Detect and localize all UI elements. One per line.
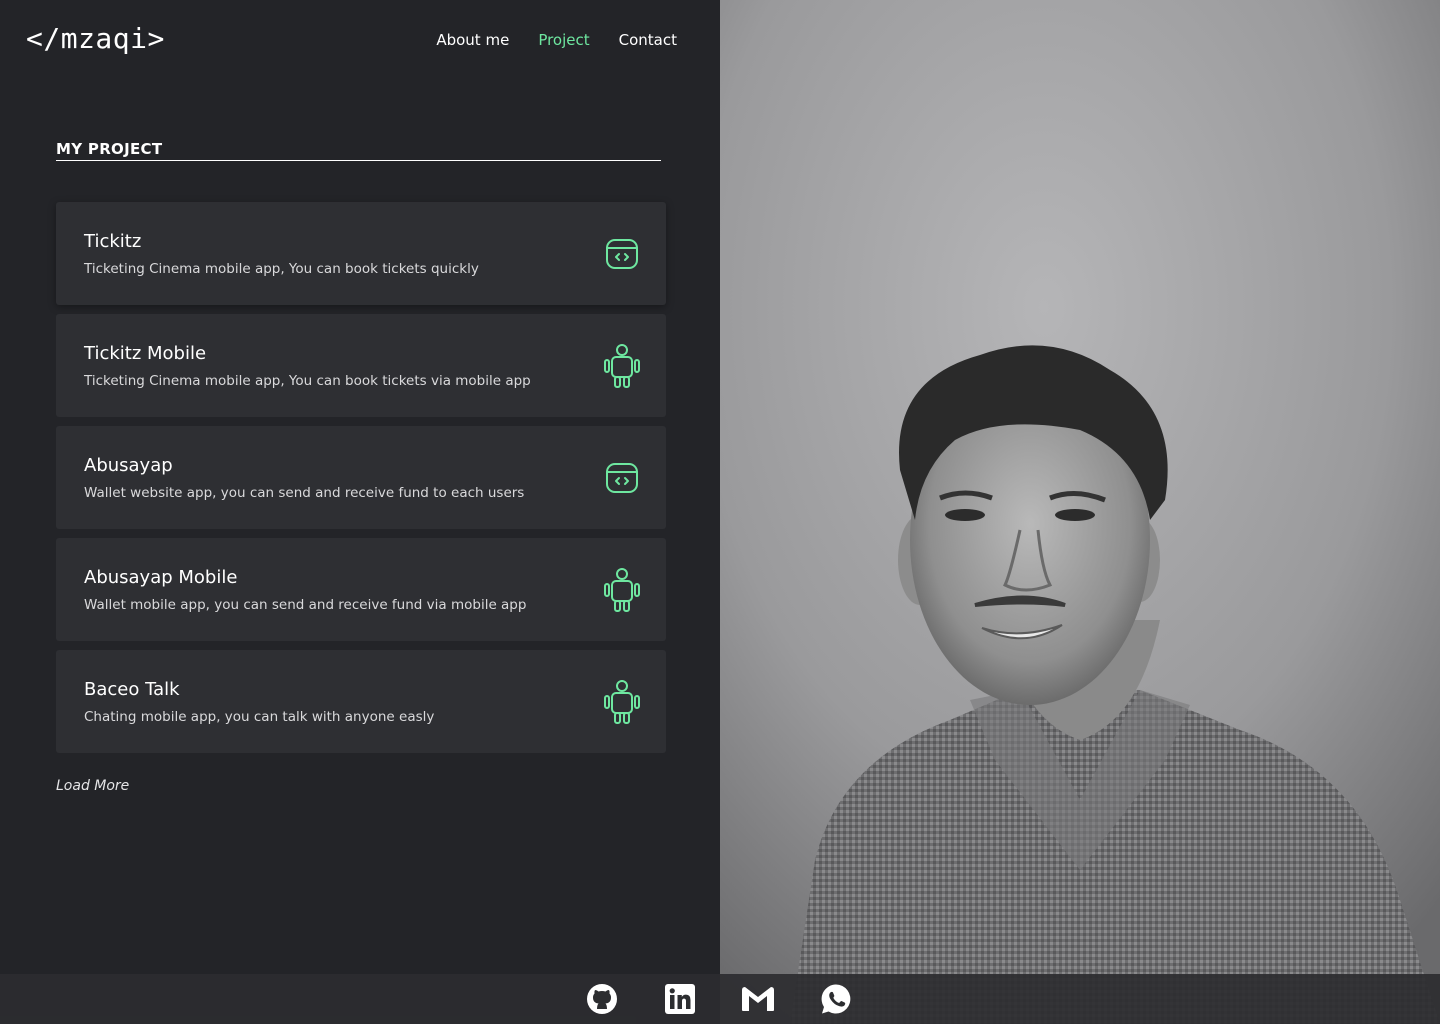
left-panel: </mzaqi> About me Project Contact MY PRO… <box>0 0 720 1024</box>
android-icon <box>602 567 642 613</box>
project-card-baceo-talk[interactable]: Baceo Talk Chating mobile app, you can t… <box>56 650 666 753</box>
project-description: Ticketing Cinema mobile app, You can boo… <box>84 373 531 389</box>
project-description: Wallet website app, you can send and rec… <box>84 485 525 501</box>
project-list: Tickitz Ticketing Cinema mobile app, You… <box>56 202 666 762</box>
whatsapp-icon[interactable] <box>819 982 853 1016</box>
footer-bar <box>0 974 1440 1024</box>
project-name: Abusayap Mobile <box>84 567 238 588</box>
nav-about-me[interactable]: About me <box>436 31 509 49</box>
project-name: Baceo Talk <box>84 679 180 700</box>
github-icon[interactable] <box>585 982 619 1016</box>
project-card-tickitz[interactable]: Tickitz Ticketing Cinema mobile app, You… <box>56 202 666 305</box>
project-name: Abusayap <box>84 455 173 476</box>
section-title: MY PROJECT <box>56 140 661 161</box>
project-card-tickitz-mobile[interactable]: Tickitz Mobile Ticketing Cinema mobile a… <box>56 314 666 417</box>
linkedin-icon[interactable] <box>663 982 697 1016</box>
project-description: Chating mobile app, you can talk with an… <box>84 709 435 725</box>
load-more-link[interactable]: Load More <box>56 778 129 794</box>
nav-project[interactable]: Project <box>538 31 589 49</box>
android-icon <box>602 679 642 725</box>
project-description: Wallet mobile app, you can send and rece… <box>84 597 527 613</box>
nav-contact[interactable]: Contact <box>619 31 677 49</box>
project-name: Tickitz <box>84 231 142 252</box>
gmail-icon[interactable] <box>741 982 775 1016</box>
project-description: Ticketing Cinema mobile app, You can boo… <box>84 261 479 277</box>
portrait-image <box>720 0 1440 1024</box>
web-code-icon <box>602 455 642 501</box>
project-card-abusayap-mobile[interactable]: Abusayap Mobile Wallet mobile app, you c… <box>56 538 666 641</box>
social-links <box>585 982 853 1016</box>
android-icon <box>602 343 642 389</box>
web-code-icon <box>602 231 642 277</box>
project-name: Tickitz Mobile <box>84 343 207 364</box>
project-card-abusayap[interactable]: Abusayap Wallet website app, you can sen… <box>56 426 666 529</box>
profile-photo <box>720 0 1440 1024</box>
main-nav: About me Project Contact <box>436 31 677 49</box>
site-logo[interactable]: </mzaqi> <box>26 22 165 55</box>
